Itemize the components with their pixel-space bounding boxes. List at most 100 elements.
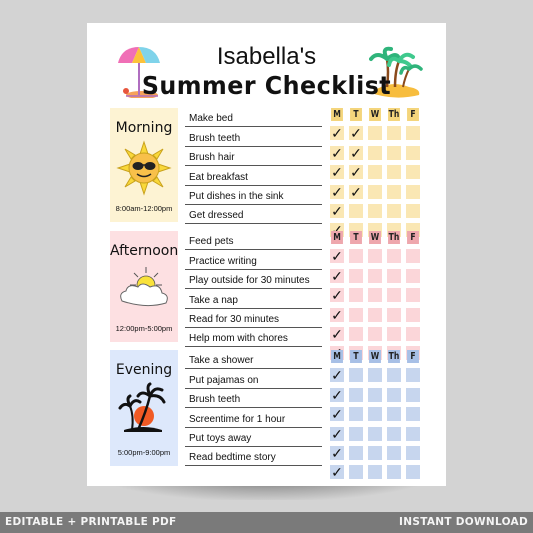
checkbox-th[interactable] — [387, 407, 401, 422]
checkbox-w[interactable] — [368, 407, 382, 422]
checkbox-t[interactable] — [349, 407, 363, 422]
checkbox-t[interactable]: ✓ — [349, 126, 363, 141]
checkbox-w[interactable] — [368, 184, 382, 199]
checkbox-f[interactable] — [406, 126, 420, 141]
checkbox-m[interactable]: ✓ — [330, 165, 344, 180]
checkbox-f[interactable] — [406, 326, 420, 341]
checkbox-t[interactable]: ✓ — [349, 165, 363, 180]
checkbox-w[interactable] — [368, 387, 382, 402]
checkbox-m[interactable]: ✓ — [330, 145, 344, 160]
checkbox-th[interactable] — [387, 368, 401, 383]
task-item[interactable]: Brush teeth — [185, 389, 322, 409]
task-item[interactable]: Take a nap — [185, 289, 322, 309]
check-row: ✓ ✓ — [330, 140, 425, 160]
checkbox-f[interactable] — [406, 426, 420, 441]
checkbox-w[interactable] — [368, 288, 382, 303]
checkbox-f[interactable] — [406, 249, 420, 264]
checkbox-t[interactable] — [349, 249, 363, 264]
checkbox-t[interactable] — [349, 465, 363, 480]
checkbox-t[interactable]: ✓ — [349, 145, 363, 160]
checkbox-th[interactable] — [387, 445, 401, 460]
task-item[interactable]: Practice writing — [185, 250, 322, 270]
checkbox-m[interactable]: ✓ — [330, 184, 344, 199]
checkbox-m[interactable]: ✓ — [330, 426, 344, 441]
checkbox-t[interactable] — [349, 445, 363, 460]
checkbox-w[interactable] — [368, 465, 382, 480]
task-item[interactable]: Put toys away — [185, 428, 322, 447]
checkbox-f[interactable] — [406, 145, 420, 160]
task-item[interactable]: Put pajamas on — [185, 369, 322, 389]
task-item[interactable]: Eat breakfast — [185, 166, 322, 186]
checkbox-w[interactable] — [368, 426, 382, 441]
task-item[interactable]: Brush teeth — [185, 127, 322, 147]
checkbox-w[interactable] — [368, 445, 382, 460]
checkbox-w[interactable] — [368, 203, 382, 218]
checkbox-w[interactable] — [368, 268, 382, 283]
checkbox-f[interactable] — [406, 407, 420, 422]
checkbox-f[interactable] — [406, 307, 420, 322]
checkbox-f[interactable] — [406, 165, 420, 180]
checkbox-m[interactable]: ✓ — [330, 387, 344, 402]
checkbox-t[interactable] — [349, 288, 363, 303]
checkbox-f[interactable] — [406, 268, 420, 283]
checkbox-w[interactable] — [368, 126, 382, 141]
checkbox-f[interactable] — [406, 203, 420, 218]
checkbox-f[interactable] — [406, 465, 420, 480]
task-item[interactable]: Put dishes in the sink — [185, 186, 322, 205]
checkbox-f[interactable] — [406, 387, 420, 402]
checkbox-th[interactable] — [387, 184, 401, 199]
section-evening: Evening 5:00pm-9:00pm Take a shower Put paj… — [110, 350, 432, 480]
checkbox-m[interactable]: ✓ — [330, 268, 344, 283]
task-item[interactable]: Play outside for 30 minutes — [185, 270, 322, 290]
task-item[interactable]: Help mom with chores — [185, 328, 322, 348]
checkbox-m[interactable]: ✓ — [330, 288, 344, 303]
checkbox-w[interactable] — [368, 326, 382, 341]
checkbox-m[interactable]: ✓ — [330, 445, 344, 460]
checkbox-m[interactable]: ✓ — [330, 368, 344, 383]
checkbox-m[interactable]: ✓ — [330, 465, 344, 480]
checkbox-f[interactable] — [406, 184, 420, 199]
checkbox-m[interactable]: ✓ — [330, 307, 344, 322]
checkbox-th[interactable] — [387, 249, 401, 264]
checkbox-th[interactable] — [387, 465, 401, 480]
checkbox-t[interactable] — [349, 326, 363, 341]
checkbox-th[interactable] — [387, 426, 401, 441]
task-item[interactable]: Brush hair — [185, 147, 322, 167]
task-item[interactable]: Feed pets — [185, 231, 322, 251]
task-item[interactable]: Make bed — [185, 108, 322, 128]
task-item[interactable]: Screentime for 1 hour — [185, 408, 322, 428]
checkbox-w[interactable] — [368, 307, 382, 322]
checkbox-m[interactable]: ✓ — [330, 203, 344, 218]
checkbox-th[interactable] — [387, 165, 401, 180]
checkbox-t[interactable] — [349, 203, 363, 218]
checkbox-w[interactable] — [368, 165, 382, 180]
checkbox-th[interactable] — [387, 326, 401, 341]
checkbox-m[interactable]: ✓ — [330, 326, 344, 341]
checkbox-th[interactable] — [387, 268, 401, 283]
checkbox-m[interactable]: ✓ — [330, 407, 344, 422]
checkbox-t[interactable] — [349, 268, 363, 283]
checkbox-f[interactable] — [406, 445, 420, 460]
task-item[interactable]: Read bedtime story — [185, 447, 322, 467]
task-item[interactable]: Take a shower — [185, 350, 322, 370]
task-item[interactable]: Read for 30 minutes — [185, 309, 322, 328]
checkbox-th[interactable] — [387, 387, 401, 402]
checkbox-w[interactable] — [368, 145, 382, 160]
checkbox-m[interactable]: ✓ — [330, 126, 344, 141]
checkbox-f[interactable] — [406, 368, 420, 383]
checkbox-th[interactable] — [387, 126, 401, 141]
checkbox-th[interactable] — [387, 145, 401, 160]
task-item[interactable]: Get dressed — [185, 205, 322, 225]
checkbox-m[interactable]: ✓ — [330, 249, 344, 264]
checkbox-w[interactable] — [368, 249, 382, 264]
checkbox-t[interactable]: ✓ — [349, 184, 363, 199]
checkbox-th[interactable] — [387, 307, 401, 322]
checkbox-f[interactable] — [406, 288, 420, 303]
checkbox-th[interactable] — [387, 288, 401, 303]
checkbox-t[interactable] — [349, 368, 363, 383]
checkbox-w[interactable] — [368, 368, 382, 383]
checkbox-th[interactable] — [387, 203, 401, 218]
checkbox-t[interactable] — [349, 387, 363, 402]
checkbox-t[interactable] — [349, 426, 363, 441]
checkbox-t[interactable] — [349, 307, 363, 322]
